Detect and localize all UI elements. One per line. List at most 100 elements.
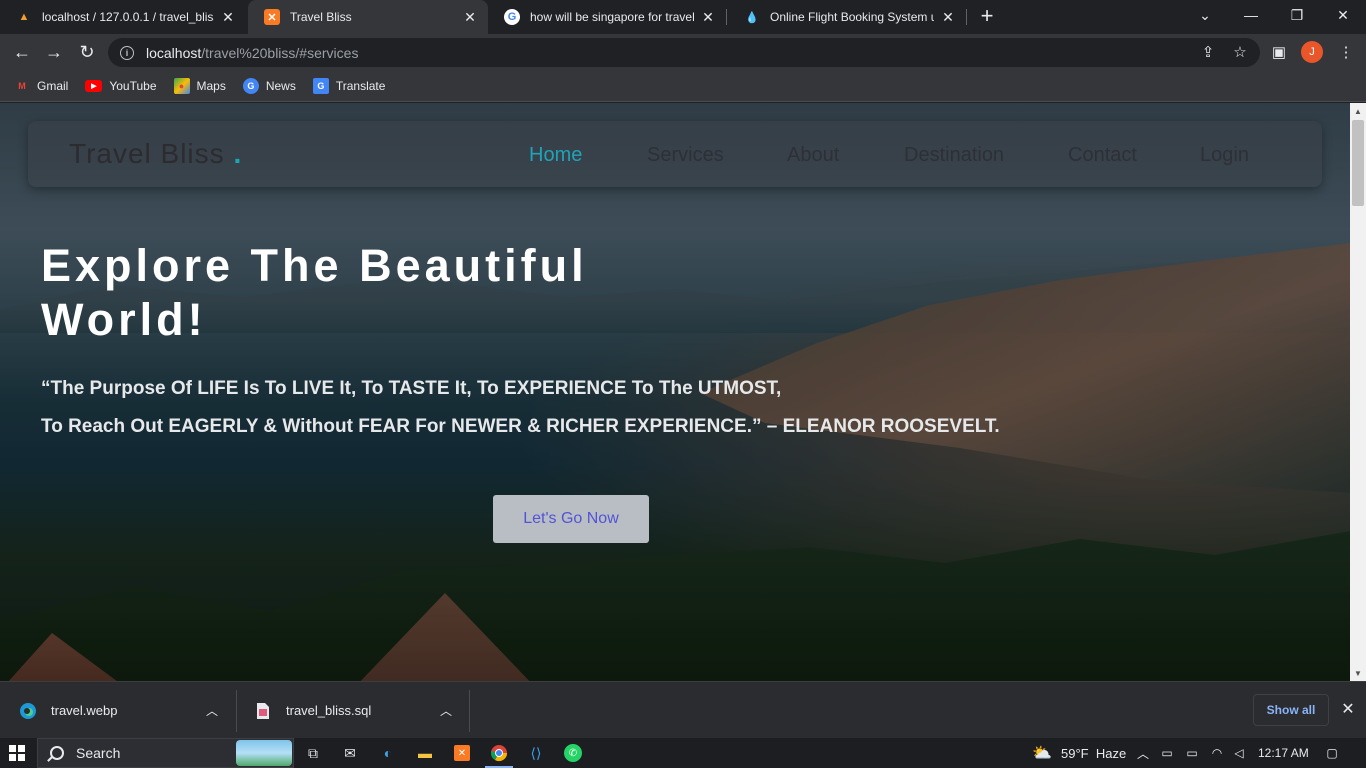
edge-app-icon[interactable]: ◐ [376, 741, 400, 765]
volume-icon[interactable]: ◁ [1231, 745, 1247, 761]
bookmark-gmail[interactable]: M Gmail [14, 78, 68, 94]
bookmark-news[interactable]: G News [242, 78, 296, 94]
tab-strip: ▲ localhost / 127.0.0.1 / travel_bliss ✕… [0, 0, 1366, 34]
scroll-up-icon[interactable]: ▲ [1350, 103, 1366, 119]
download-item-travel-webp[interactable]: travel.webp ︿ [19, 682, 224, 739]
window-close-button[interactable]: ✕ [1320, 0, 1366, 30]
nav-login[interactable]: Login [1200, 144, 1249, 167]
forward-arrow-icon[interactable]: → [42, 40, 66, 64]
drupal-icon: 💧 [745, 11, 759, 24]
wifi-icon[interactable]: ◠ [1209, 745, 1225, 761]
tab-search-chevron-icon[interactable]: ⌄ [1182, 0, 1228, 30]
download-shelf: travel.webp ︿ travel_bliss.sql ︿ Show al… [0, 681, 1366, 738]
google-icon: G [504, 9, 520, 25]
gmail-icon: M [18, 81, 26, 91]
reload-icon[interactable]: ↻ [75, 40, 99, 64]
weather-haze-icon[interactable]: ⛅ [1030, 743, 1054, 763]
weather-temp: 59°F [1061, 745, 1089, 761]
minimize-button[interactable]: — [1228, 0, 1274, 30]
download-filename: travel_bliss.sql [286, 703, 372, 718]
battery-icon[interactable]: ▭ [1184, 745, 1200, 761]
whatsapp-app-icon[interactable]: ✆ [561, 741, 585, 765]
close-icon[interactable]: ✕ [700, 9, 716, 25]
back-arrow-icon[interactable]: ← [10, 40, 34, 64]
scroll-down-icon[interactable]: ▼ [1350, 665, 1366, 681]
vscode-app-icon[interactable]: ⟨⟩ [524, 741, 548, 765]
meet-camera-icon[interactable]: ▭ [1159, 745, 1175, 761]
scroll-thumb[interactable] [1352, 120, 1364, 206]
show-all-downloads-button[interactable]: Show all [1253, 694, 1329, 726]
maps-icon: ● [173, 78, 190, 94]
tab-travel-bliss[interactable]: ✕ Travel Bliss ✕ [248, 0, 488, 34]
profile-avatar[interactable]: J [1301, 41, 1323, 63]
news-icon: G [242, 78, 259, 94]
file-explorer-icon[interactable]: ▬ [413, 741, 437, 765]
bookmark-translate[interactable]: G Translate [312, 78, 386, 94]
download-item-travel-bliss-sql[interactable]: travel_bliss.sql ︿ [254, 682, 459, 739]
windows-taskbar: Search ⧉ ✉ ◐ ▬ ✕ ⟨⟩ ✆ ⛅ 59°F Haze ︿ ▭ ▭ … [0, 738, 1366, 768]
tab-google-search[interactable]: G how will be singapore for travelling ✕ [488, 0, 726, 34]
close-icon[interactable]: ✕ [220, 9, 236, 25]
browser-toolbar: ← → ↻ i localhost/travel%20bliss/#servic… [0, 34, 1366, 71]
close-icon[interactable]: ✕ [940, 9, 956, 25]
tab-separator [966, 9, 967, 25]
close-icon[interactable]: ✕ [462, 9, 478, 25]
chevron-up-icon[interactable]: ︿ [1135, 745, 1151, 761]
xampp-app-icon[interactable]: ✕ [450, 741, 474, 765]
nav-contact[interactable]: Contact [1068, 144, 1137, 167]
search-label: Search [76, 745, 121, 761]
menu-kebab-icon[interactable]: ⋮ [1336, 42, 1356, 62]
windows-start-icon[interactable] [9, 745, 25, 761]
nav-about[interactable]: About [787, 144, 839, 167]
weather-widget[interactable]: 59°F Haze [1061, 738, 1126, 768]
bookmark-maps[interactable]: ● Maps [173, 78, 226, 94]
hero-quote-line-2: To Reach Out EAGERLY & Without FEAR For … [41, 416, 1000, 437]
hero-title: Explore The Beautiful World! [41, 240, 588, 345]
search-highlight-image [236, 740, 292, 766]
youtube-icon: ▶ [85, 80, 103, 92]
bookmarks-bar: M Gmail ▶ YouTube ● Maps G News G Transl… [0, 71, 1366, 102]
nav-home[interactable]: Home [529, 144, 582, 167]
shelf-separator [469, 690, 470, 732]
bookmark-label: Translate [335, 79, 386, 93]
tab-title: how will be singapore for travelling [530, 10, 694, 24]
phpmyadmin-icon: ▲ [18, 11, 30, 23]
new-tab-button[interactable]: + [976, 5, 998, 28]
url-path: /travel%20bliss/#services [201, 44, 359, 61]
site-logo[interactable]: Travel Bliss . [69, 138, 242, 170]
nav-destination[interactable]: Destination [904, 144, 1004, 167]
bookmark-youtube[interactable]: ▶ YouTube [85, 79, 157, 93]
bookmark-label: News [265, 79, 296, 93]
bookmark-star-icon[interactable]: ☆ [1230, 42, 1250, 62]
chevron-up-icon[interactable]: ︿ [440, 702, 452, 719]
chrome-app-icon[interactable] [487, 741, 511, 765]
mail-icon[interactable]: ✉ [338, 741, 362, 765]
nav-services[interactable]: Services [647, 144, 724, 167]
sql-file-icon [254, 701, 272, 721]
tab-title: Travel Bliss [290, 10, 352, 24]
notification-icon[interactable]: ▢ [1324, 745, 1340, 761]
tab-flight-booking[interactable]: 💧 Online Flight Booking System using ✕ [728, 0, 966, 34]
tab-separator [726, 9, 727, 25]
site-info-icon[interactable]: i [120, 45, 134, 60]
hero-quote-line-1: “The Purpose Of LIFE Is To LIVE It, To T… [41, 378, 782, 399]
restore-button[interactable]: ❐ [1274, 0, 1320, 30]
chevron-up-icon[interactable]: ︿ [206, 702, 218, 719]
logo-text: Travel Bliss [69, 138, 225, 169]
tab-phpmyadmin[interactable]: ▲ localhost / 127.0.0.1 / travel_bliss ✕ [0, 0, 246, 34]
task-view-icon[interactable]: ⧉ [301, 741, 325, 765]
bookmark-label: Maps [196, 79, 226, 93]
logo-dot: . [233, 138, 243, 169]
page-scrollbar[interactable]: ▲ ▼ [1350, 103, 1366, 681]
close-icon[interactable]: ✕ [1338, 699, 1358, 719]
download-filename: travel.webp [51, 703, 118, 718]
clock[interactable]: 12:17 AM [1258, 738, 1309, 768]
search-icon [50, 746, 64, 760]
lets-go-now-button[interactable]: Let's Go Now [493, 495, 649, 543]
xampp-icon: ✕ [264, 9, 280, 25]
bookmark-label: Gmail [37, 79, 69, 93]
share-icon[interactable]: ⇪ [1198, 42, 1218, 62]
address-bar[interactable]: i localhost/travel%20bliss/#services [108, 38, 1260, 67]
tab-title: localhost / 127.0.0.1 / travel_bliss [42, 10, 214, 24]
side-panel-icon[interactable]: ▣ [1269, 42, 1289, 62]
